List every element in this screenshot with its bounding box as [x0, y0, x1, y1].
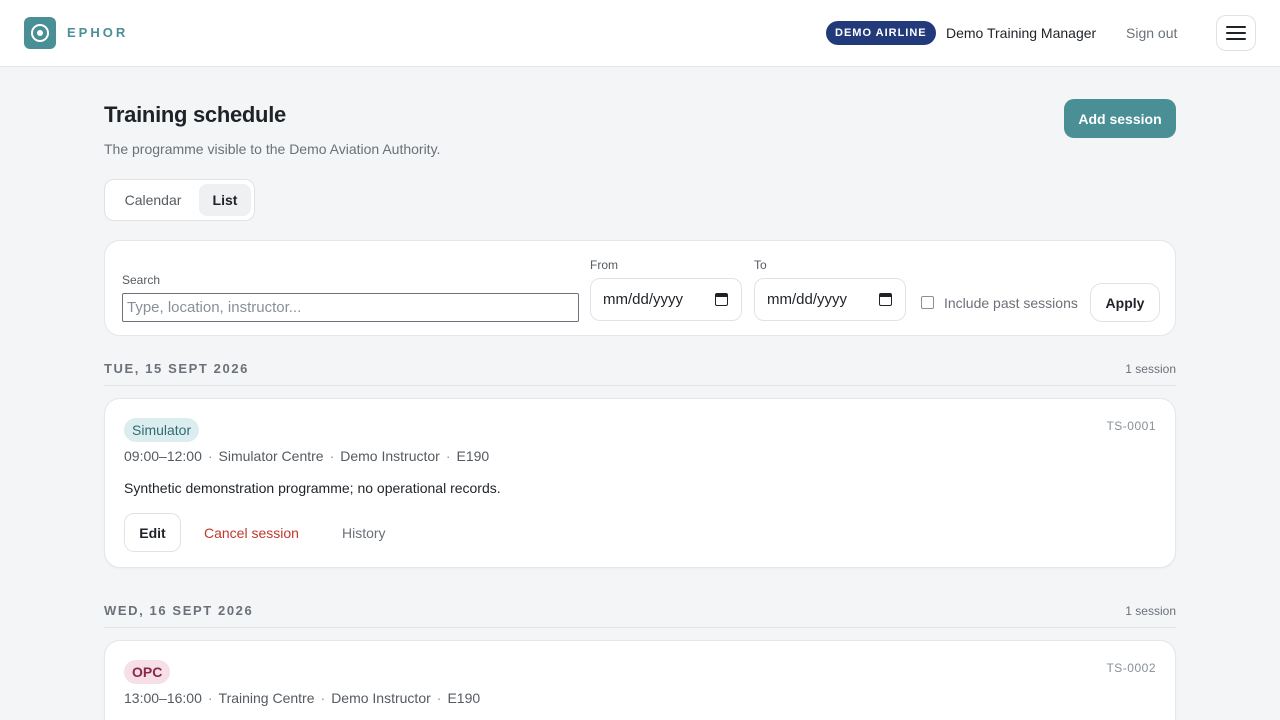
top-bar: EPHOR DEMO AIRLINE Demo Training Manager…	[0, 0, 1280, 67]
session-meta: 09:00–12:00 · Simulator Centre · Demo Instru…	[124, 448, 490, 464]
session-aircraft: E190	[456, 448, 490, 464]
session-id: TS-0001	[1106, 419, 1156, 433]
filter-panel: Search From mm/dd/yyyy To mm/dd/yyyy Inc…	[104, 240, 1176, 336]
ephor-logo-icon[interactable]	[24, 17, 56, 49]
from-date-value: mm/dd/yyyy	[603, 291, 684, 308]
from-date-input[interactable]: mm/dd/yyyy	[590, 278, 742, 321]
include-past-label[interactable]: Include past sessions	[944, 295, 1078, 311]
history-link[interactable]: History	[342, 525, 386, 541]
add-session-button[interactable]: Add session	[1064, 99, 1176, 138]
calendar-icon[interactable]	[879, 293, 892, 306]
day-header: TUE, 15 SEPT 2026 1 session	[104, 361, 1176, 379]
to-date-input[interactable]: mm/dd/yyyy	[754, 278, 906, 321]
session-type-badge: OPC	[124, 660, 171, 684]
session-location: Simulator Centre	[218, 448, 324, 464]
cancel-session-link[interactable]: Cancel session	[204, 525, 299, 541]
apply-button[interactable]: Apply	[1090, 283, 1160, 322]
session-time: 13:00–16:00	[124, 690, 202, 706]
session-location: Training Centre	[218, 690, 315, 706]
day-header: WED, 16 SEPT 2026 1 session	[104, 603, 1176, 621]
session-instructor: Demo Instructor	[331, 690, 431, 706]
user-name: Demo Training Manager	[946, 25, 1097, 41]
day-date: WED, 16 SEPT 2026	[104, 603, 254, 618]
from-label: From	[590, 258, 618, 272]
session-time: 09:00–12:00	[124, 448, 202, 464]
search-input[interactable]	[122, 293, 579, 322]
day-session-count: 1 session	[1125, 362, 1176, 376]
calendar-icon[interactable]	[715, 293, 728, 306]
sign-out-link[interactable]: Sign out	[1126, 25, 1177, 41]
divider	[104, 627, 1176, 628]
search-label: Search	[122, 273, 161, 287]
session-id: TS-0002	[1106, 661, 1156, 675]
to-label: To	[754, 258, 767, 272]
divider	[104, 385, 1176, 386]
session-description: Synthetic demonstration programme; no op…	[124, 480, 501, 496]
session-card: OPC TS-0002 13:00–16:00 · Training Centre ·…	[104, 640, 1176, 720]
page-subtitle: The programme visible to the Demo Aviati…	[104, 141, 441, 157]
airline-badge: DEMO AIRLINE	[826, 21, 936, 45]
to-date-value: mm/dd/yyyy	[767, 291, 848, 308]
view-toggle: Calendar List	[104, 179, 255, 221]
tab-list[interactable]: List	[199, 184, 251, 216]
page-title: Training schedule	[104, 102, 286, 127]
session-card: Simulator TS-0001 09:00–12:00 · Simulator …	[104, 398, 1176, 568]
session-meta: 13:00–16:00 · Training Centre · Demo Instruc…	[124, 690, 481, 706]
session-aircraft: E190	[447, 690, 481, 706]
day-date: TUE, 15 SEPT 2026	[104, 361, 249, 376]
edit-button[interactable]: Edit	[124, 513, 181, 552]
session-instructor: Demo Instructor	[340, 448, 440, 464]
hamburger-menu-icon[interactable]	[1216, 15, 1256, 51]
day-session-count: 1 session	[1125, 604, 1176, 618]
tab-calendar[interactable]: Calendar	[109, 184, 197, 216]
include-past-checkbox[interactable]	[921, 296, 934, 309]
session-type-badge: Simulator	[124, 418, 200, 442]
brand-name[interactable]: EPHOR	[67, 25, 128, 40]
